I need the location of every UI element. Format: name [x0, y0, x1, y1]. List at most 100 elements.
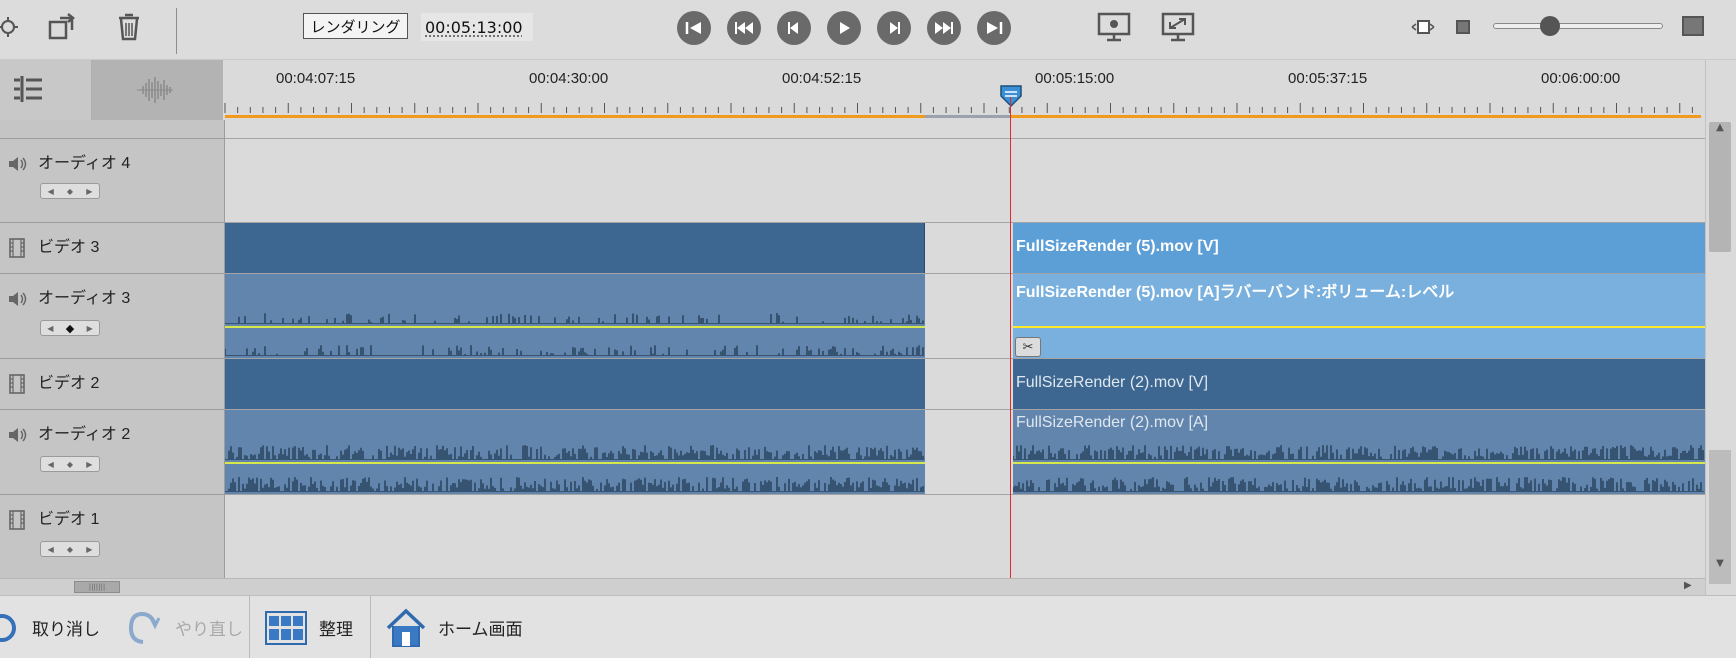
track-header-video-1[interactable]: ビデオ 1 ◀ ◆ ▶: [0, 495, 225, 578]
speaker-icon[interactable]: [6, 153, 28, 175]
ruler-ticks: [223, 60, 1705, 120]
speaker-icon[interactable]: [6, 288, 28, 310]
organize-label: 整理: [319, 615, 353, 640]
vertical-scrollbar[interactable]: ▲ ▼: [1705, 60, 1736, 595]
track-header-video-3[interactable]: ビデオ 3: [0, 223, 225, 274]
track-name: オーディオ 3: [38, 284, 130, 308]
track-lane-audio-4[interactable]: [225, 139, 1705, 223]
video-clip[interactable]: FullSizeRender (2).mov [V]: [1013, 359, 1705, 409]
effects-icon[interactable]: [0, 10, 28, 44]
scissors-icon[interactable]: ✂: [1015, 337, 1041, 357]
render-button[interactable]: レンダリング: [303, 13, 408, 39]
keyframe-controls[interactable]: ◀ ◆ ▶: [40, 183, 100, 199]
zoom-out-icon[interactable]: [1456, 20, 1470, 34]
rotate-icon[interactable]: [43, 10, 83, 44]
work-area-bar[interactable]: [225, 115, 925, 118]
track-list-icon: [12, 74, 44, 104]
vertical-scrollbar-thumb[interactable]: [1709, 122, 1731, 252]
scroll-up-arrow-icon[interactable]: ▲: [1712, 122, 1728, 136]
track-lane-video-2[interactable]: FullSizeRender (2).mov [V]: [225, 359, 1705, 410]
trash-icon[interactable]: [109, 10, 149, 44]
go-to-end-icon[interactable]: [977, 11, 1011, 45]
prev-keyframe-icon[interactable]: ◀: [47, 324, 53, 333]
zoom-slider-thumb[interactable]: [1540, 16, 1560, 36]
playhead-line[interactable]: [1010, 97, 1011, 578]
play-icon[interactable]: [827, 11, 861, 45]
video-clip[interactable]: [225, 223, 925, 273]
monitor-settings-icon[interactable]: [1094, 10, 1134, 44]
track-lane-audio-2[interactable]: FullSizeRender (2).mov [A]: [225, 410, 1705, 495]
add-keyframe-icon[interactable]: ◆: [66, 322, 74, 335]
track-options-button[interactable]: [0, 60, 92, 120]
playhead-marker-icon[interactable]: [999, 84, 1023, 108]
audio-clip[interactable]: [225, 410, 925, 494]
step-forward-icon[interactable]: [877, 11, 911, 45]
keyframe-controls[interactable]: ◀ ◆ ▶: [40, 320, 100, 336]
undo-button[interactable]: 取り消し: [0, 596, 106, 658]
fullscreen-monitor-icon[interactable]: [1158, 10, 1198, 44]
step-back-icon[interactable]: [777, 11, 811, 45]
time-ruler[interactable]: 00:04:07:15 00:04:30:00 00:04:52:15 00:0…: [223, 60, 1705, 120]
keyframe-controls[interactable]: ◀ ◆ ▶: [40, 541, 100, 557]
clip-label: FullSizeRender (5).mov [A]ラバーバンド:ボリューム:レ…: [1016, 278, 1454, 302]
volume-rubber-band[interactable]: [225, 462, 925, 464]
prev-keyframe-icon[interactable]: ◀: [48, 545, 54, 554]
horizontal-scrollbar-thumb[interactable]: |||||||: [74, 581, 120, 593]
next-keyframe-icon[interactable]: ▶: [86, 545, 92, 554]
work-area-bar[interactable]: [1011, 115, 1701, 118]
clip-label: FullSizeRender (5).mov [V]: [1016, 238, 1219, 256]
track-header-audio-3[interactable]: オーディオ 3 ◀ ◆ ▶: [0, 274, 225, 359]
rewind-icon[interactable]: [727, 11, 761, 45]
volume-rubber-band[interactable]: [225, 326, 925, 328]
organize-button[interactable]: 整理: [265, 596, 365, 658]
add-keyframe-icon[interactable]: ◆: [67, 187, 73, 196]
zoom-in-icon[interactable]: [1682, 16, 1704, 36]
work-area-gap: [925, 115, 1011, 118]
horizontal-scrollbar[interactable]: ||||||| ▶: [0, 578, 1705, 595]
home-screen-button[interactable]: ホーム画面: [386, 596, 536, 658]
film-icon: [6, 373, 28, 395]
audio-clip[interactable]: [225, 274, 925, 358]
audio-waveform: [225, 274, 925, 358]
add-keyframe-icon[interactable]: ◆: [67, 460, 73, 469]
next-keyframe-icon[interactable]: ▶: [87, 324, 93, 333]
track-name: ビデオ 1: [38, 505, 99, 529]
prev-keyframe-icon[interactable]: ◀: [48, 187, 54, 196]
organize-grid-icon: [265, 611, 307, 645]
track-lane-video-1[interactable]: [225, 495, 1705, 578]
scroll-right-arrow-icon[interactable]: ▶: [1684, 580, 1692, 591]
next-keyframe-icon[interactable]: ▶: [86, 460, 92, 469]
video-clip[interactable]: [225, 359, 925, 409]
keyframe-controls[interactable]: ◀ ◆ ▶: [40, 456, 100, 472]
toolbar-divider: [176, 8, 177, 54]
audio-clip-selected[interactable]: FullSizeRender (5).mov [A]ラバーバンド:ボリューム:レ…: [1013, 274, 1705, 358]
track-header-audio-4[interactable]: オーディオ 4 ◀ ◆ ▶: [0, 139, 225, 223]
track-header-audio-2[interactable]: オーディオ 2 ◀ ◆ ▶: [0, 410, 225, 495]
zoom-slider-track[interactable]: [1493, 23, 1663, 29]
track-lane-spacer: [225, 120, 1705, 139]
go-to-start-icon[interactable]: [677, 11, 711, 45]
track-lane-audio-3[interactable]: FullSizeRender (5).mov [A]ラバーバンド:ボリューム:レ…: [225, 274, 1705, 359]
redo-button[interactable]: やり直し: [125, 596, 245, 658]
prev-keyframe-icon[interactable]: ◀: [48, 460, 54, 469]
clip-label: FullSizeRender (2).mov [V]: [1016, 374, 1208, 392]
current-timecode[interactable]: 00:05:13:00: [421, 13, 533, 41]
speaker-icon[interactable]: [6, 424, 28, 446]
fast-forward-icon[interactable]: [927, 11, 961, 45]
redo-icon: [125, 608, 165, 648]
track-lane-video-3[interactable]: FullSizeRender (5).mov [V]: [225, 223, 1705, 274]
clip-label: FullSizeRender (2).mov [A]: [1016, 414, 1208, 432]
video-clip-selected[interactable]: FullSizeRender (5).mov [V]: [1013, 223, 1705, 273]
volume-rubber-band[interactable]: [1013, 462, 1705, 464]
undo-icon: [0, 611, 20, 645]
volume-rubber-band[interactable]: [1013, 326, 1705, 328]
film-icon: [6, 509, 28, 531]
scroll-down-arrow-icon[interactable]: ▼: [1712, 558, 1728, 572]
audio-clip[interactable]: FullSizeRender (2).mov [A]: [1013, 410, 1705, 494]
track-header-video-2[interactable]: ビデオ 2: [0, 359, 225, 410]
next-keyframe-icon[interactable]: ▶: [86, 187, 92, 196]
fit-timeline-icon[interactable]: [1410, 18, 1436, 36]
add-keyframe-icon[interactable]: ◆: [67, 545, 73, 554]
audio-waveform-toggle[interactable]: [92, 60, 223, 120]
home-icon: [386, 608, 426, 648]
